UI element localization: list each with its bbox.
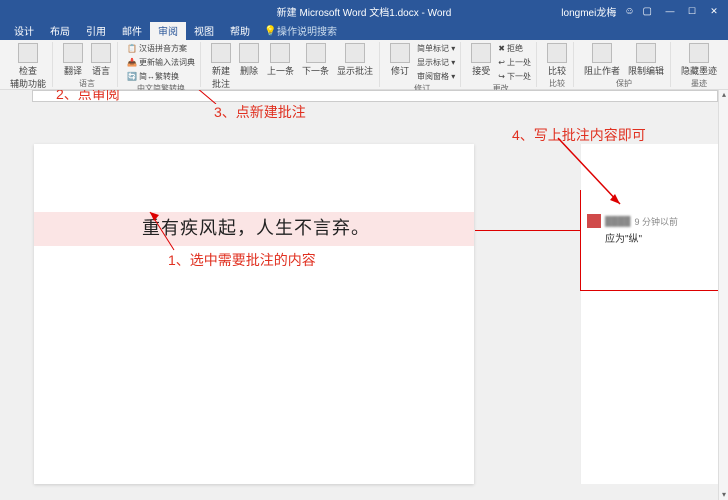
next-comment-button[interactable]: 下一条	[300, 42, 331, 78]
accept-icon	[471, 43, 491, 63]
tab-layout[interactable]: 布局	[42, 21, 78, 40]
document-canvas: 重有疾风起，人生不言弃。 ████ 9 分钟以前 应为"纵" 2、点审阅 3、点…	[0, 90, 728, 500]
markup-display-dropdown[interactable]: 简单标记 ▾	[416, 42, 456, 55]
group-protect: 阻止作者 限制编辑 保护	[578, 42, 671, 87]
ribbon-tabs: 设计 布局 引用 邮件 审阅 视图 帮助 💡 操作说明搜索	[0, 22, 728, 40]
scroll-down-button[interactable]: ▾	[719, 490, 728, 500]
accept-button[interactable]: 接受	[469, 42, 493, 78]
annotation-step1: 1、选中需要批注的内容	[168, 250, 316, 270]
prev-comment-button[interactable]: 上一条	[265, 42, 296, 78]
show-comments-icon	[345, 43, 365, 63]
scroll-up-button[interactable]: ▴	[719, 90, 728, 100]
comments-pane: ████ 9 分钟以前 应为"纵"	[580, 144, 728, 484]
reject-button[interactable]: ✖拒绝	[497, 42, 532, 55]
comment-connector	[475, 230, 580, 231]
document-page[interactable]: 重有疾风起，人生不言弃。	[34, 144, 474, 484]
document-title: 新建 Microsoft Word 文档1.docx - Word	[277, 4, 452, 19]
language-icon	[91, 43, 111, 63]
check-accessibility-button[interactable]: 检查 辅助功能	[8, 42, 48, 91]
translate-icon	[63, 43, 83, 63]
delete-comment-button[interactable]: 删除	[237, 42, 261, 78]
ink-icon	[689, 43, 709, 63]
comment-avatar-icon	[587, 214, 601, 228]
update-ime-button[interactable]: 📥更新输入法词典	[126, 56, 196, 69]
reject-icon: ✖	[498, 44, 505, 53]
ribbon: 检查 辅助功能 辅助功能 翻译 语言 语言 📋汉语拼音方案 📥更新输入法词典 🔄…	[0, 40, 728, 90]
show-comments-button[interactable]: 显示批注	[335, 42, 375, 78]
delete-comment-icon	[239, 43, 259, 63]
horizontal-ruler[interactable]	[32, 90, 718, 102]
close-button[interactable]: ✕	[704, 3, 724, 19]
tab-view[interactable]: 视图	[186, 21, 222, 40]
annotation-step2: 2、点审阅	[56, 90, 120, 104]
title-bar: 新建 Microsoft Word 文档1.docx - Word longme…	[0, 0, 728, 22]
comment-balloon[interactable]: ████ 9 分钟以前 应为"纵"	[581, 210, 726, 249]
user-name[interactable]: longmei龙梅	[561, 4, 616, 19]
comment-connector-2	[580, 290, 728, 291]
tab-references[interactable]: 引用	[78, 21, 114, 40]
translate-button[interactable]: 翻译	[61, 42, 85, 78]
ribbon-display-icon[interactable]: ▢	[643, 6, 652, 17]
ime-icon: 📥	[127, 58, 137, 67]
group-tracking: 修订 简单标记 ▾ 显示标记 ▾ 审阅窗格 ▾ 修订	[384, 42, 461, 87]
prev-change-button[interactable]: ↩上一处	[497, 56, 532, 69]
maximize-button[interactable]: ☐	[682, 3, 702, 19]
hide-ink-button[interactable]: 隐藏墨迹	[679, 42, 719, 78]
prev-icon	[270, 43, 290, 63]
tell-me-search[interactable]: 💡 操作说明搜索	[258, 21, 343, 40]
bulb-icon: 💡	[264, 26, 274, 36]
user-face-icon[interactable]: ☺	[624, 6, 634, 17]
track-changes-button[interactable]: 修订	[388, 42, 412, 78]
restrict-icon	[636, 43, 656, 63]
next-icon	[306, 43, 326, 63]
next-change-button[interactable]: ↪下一处	[497, 70, 532, 83]
convert-icon: 🔄	[127, 72, 137, 81]
tab-mailings[interactable]: 邮件	[114, 21, 150, 40]
minimize-button[interactable]: —	[660, 3, 680, 19]
comment-text[interactable]: 应为"纵"	[605, 230, 720, 245]
track-icon	[390, 43, 410, 63]
accessibility-icon	[18, 43, 38, 63]
document-text[interactable]: 重有疾风起，人生不言弃。	[142, 214, 370, 240]
comment-author: ████	[605, 216, 631, 226]
new-comment-button[interactable]: 新建 批注	[209, 42, 233, 91]
annotation-step3: 3、点新建批注	[214, 102, 306, 122]
group-compare: 比较 比较	[541, 42, 574, 87]
show-markup-dropdown[interactable]: 显示标记 ▾	[416, 56, 456, 69]
block-icon	[592, 43, 612, 63]
annotation-step4: 4、写上批注内容即可	[512, 125, 646, 145]
reviewing-pane-dropdown[interactable]: 审阅窗格 ▾	[416, 70, 456, 83]
title-bar-right: longmei龙梅 ☺ ▢ — ☐ ✕	[561, 3, 724, 19]
next-change-icon: ↪	[498, 72, 505, 81]
new-comment-icon	[211, 43, 231, 63]
group-chinese: 📋汉语拼音方案 📥更新输入法词典 🔄简↔繁转换 中文简繁转换	[122, 42, 201, 87]
comment-connector-v	[580, 190, 581, 290]
tab-help[interactable]: 帮助	[222, 21, 258, 40]
block-authors-button[interactable]: 阻止作者	[582, 42, 622, 78]
tab-review[interactable]: 审阅	[150, 21, 186, 40]
vertical-scrollbar[interactable]: ▴ ▾	[718, 90, 728, 500]
prev-change-icon: ↩	[498, 58, 505, 67]
group-accessibility: 检查 辅助功能 辅助功能	[4, 42, 53, 87]
group-language: 翻译 语言 语言	[57, 42, 118, 87]
comment-time: 9 分钟以前	[635, 215, 679, 228]
simp-trad-button[interactable]: 🔄简↔繁转换	[126, 70, 196, 83]
compare-icon	[547, 43, 567, 63]
search-placeholder: 操作说明搜索	[277, 23, 337, 38]
tab-design[interactable]: 设计	[6, 21, 42, 40]
group-changes: 接受 ✖拒绝 ↩上一处 ↪下一处 更改	[465, 42, 537, 87]
group-comments: 新建 批注 删除 上一条 下一条 显示批注 批注	[205, 42, 380, 87]
pinyin-icon: 📋	[127, 44, 137, 53]
compare-button[interactable]: 比较	[545, 42, 569, 78]
language-button[interactable]: 语言	[89, 42, 113, 78]
restrict-editing-button[interactable]: 限制编辑	[626, 42, 666, 78]
group-ink: 隐藏墨迹 墨迹	[675, 42, 723, 87]
pinyin-button[interactable]: 📋汉语拼音方案	[126, 42, 196, 55]
